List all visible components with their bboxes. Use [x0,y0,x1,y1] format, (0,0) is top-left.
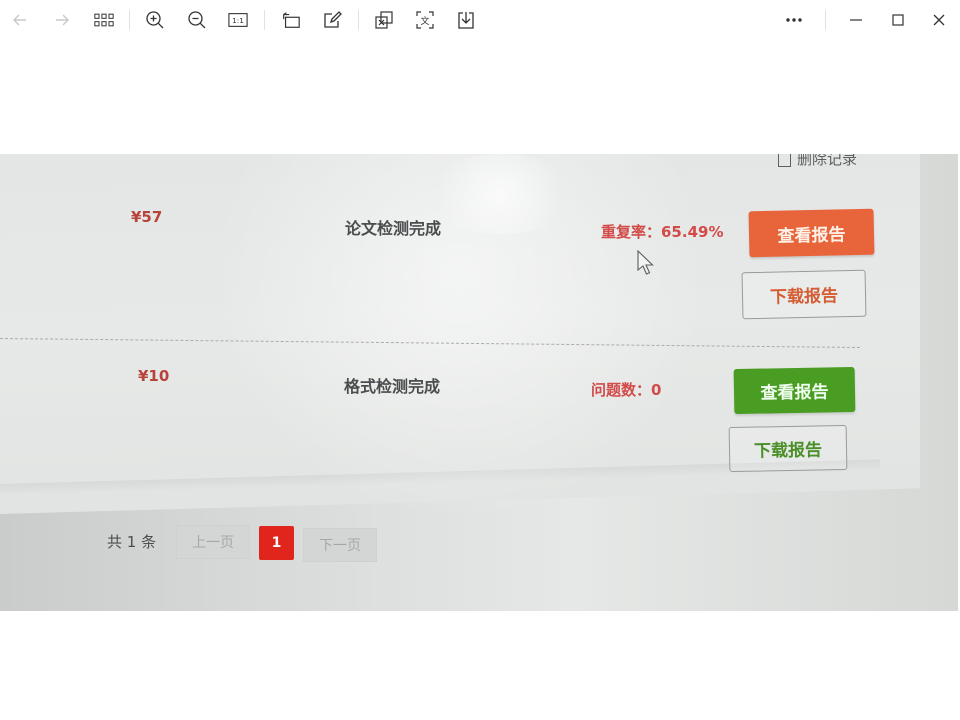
crop-icon[interactable] [370,6,398,34]
close-icon[interactable] [925,6,953,34]
back-arrow-icon[interactable] [6,6,34,34]
zoom-out-icon[interactable] [183,6,211,34]
svg-text:文: 文 [420,15,429,27]
order-price: ¥57 [131,208,163,226]
grid-icon[interactable] [90,6,118,34]
forward-arrow-icon[interactable] [48,6,76,34]
trash-icon [778,154,791,167]
edit-icon[interactable] [318,6,346,34]
svg-text:1:1: 1:1 [232,16,244,25]
mouse-cursor-icon [637,250,654,275]
minimize-icon[interactable] [842,6,870,34]
download-report-button[interactable]: 下载报告 [741,269,867,320]
next-page-button[interactable]: 下一页 [303,528,377,562]
issue-count: 问题数：0 [591,381,662,399]
pagination-total: 共 1 条 [107,533,157,551]
save-download-icon[interactable] [452,6,480,34]
rotate-icon[interactable] [277,6,305,34]
delete-record-link[interactable]: 删除记录 [778,154,857,169]
maximize-icon[interactable] [884,6,912,34]
zoom-in-icon[interactable] [141,6,169,34]
page-number-button[interactable]: 1 [259,526,294,560]
ocr-text-icon[interactable]: 文 [411,6,439,34]
viewer-toolbar: 1:1 文 [0,0,960,40]
duplicate-rate: 重复率：65.49% [601,223,724,241]
view-report-button[interactable]: 查看报告 [733,366,856,415]
view-report-button[interactable]: 查看报告 [748,208,875,258]
photo-image: 删除记录 ¥57 论文检测完成 重复率：65.49% 查看报告 下载报告 ¥10… [0,154,958,611]
actual-size-icon[interactable]: 1:1 [224,6,252,34]
download-report-button[interactable]: 下载报告 [728,424,848,473]
order-price: ¥10 [138,367,170,385]
order-status: 论文检测完成 [345,219,442,238]
order-status: 格式检测完成 [344,377,441,396]
more-icon[interactable] [780,6,808,34]
prev-page-button[interactable]: 上一页 [176,525,250,559]
